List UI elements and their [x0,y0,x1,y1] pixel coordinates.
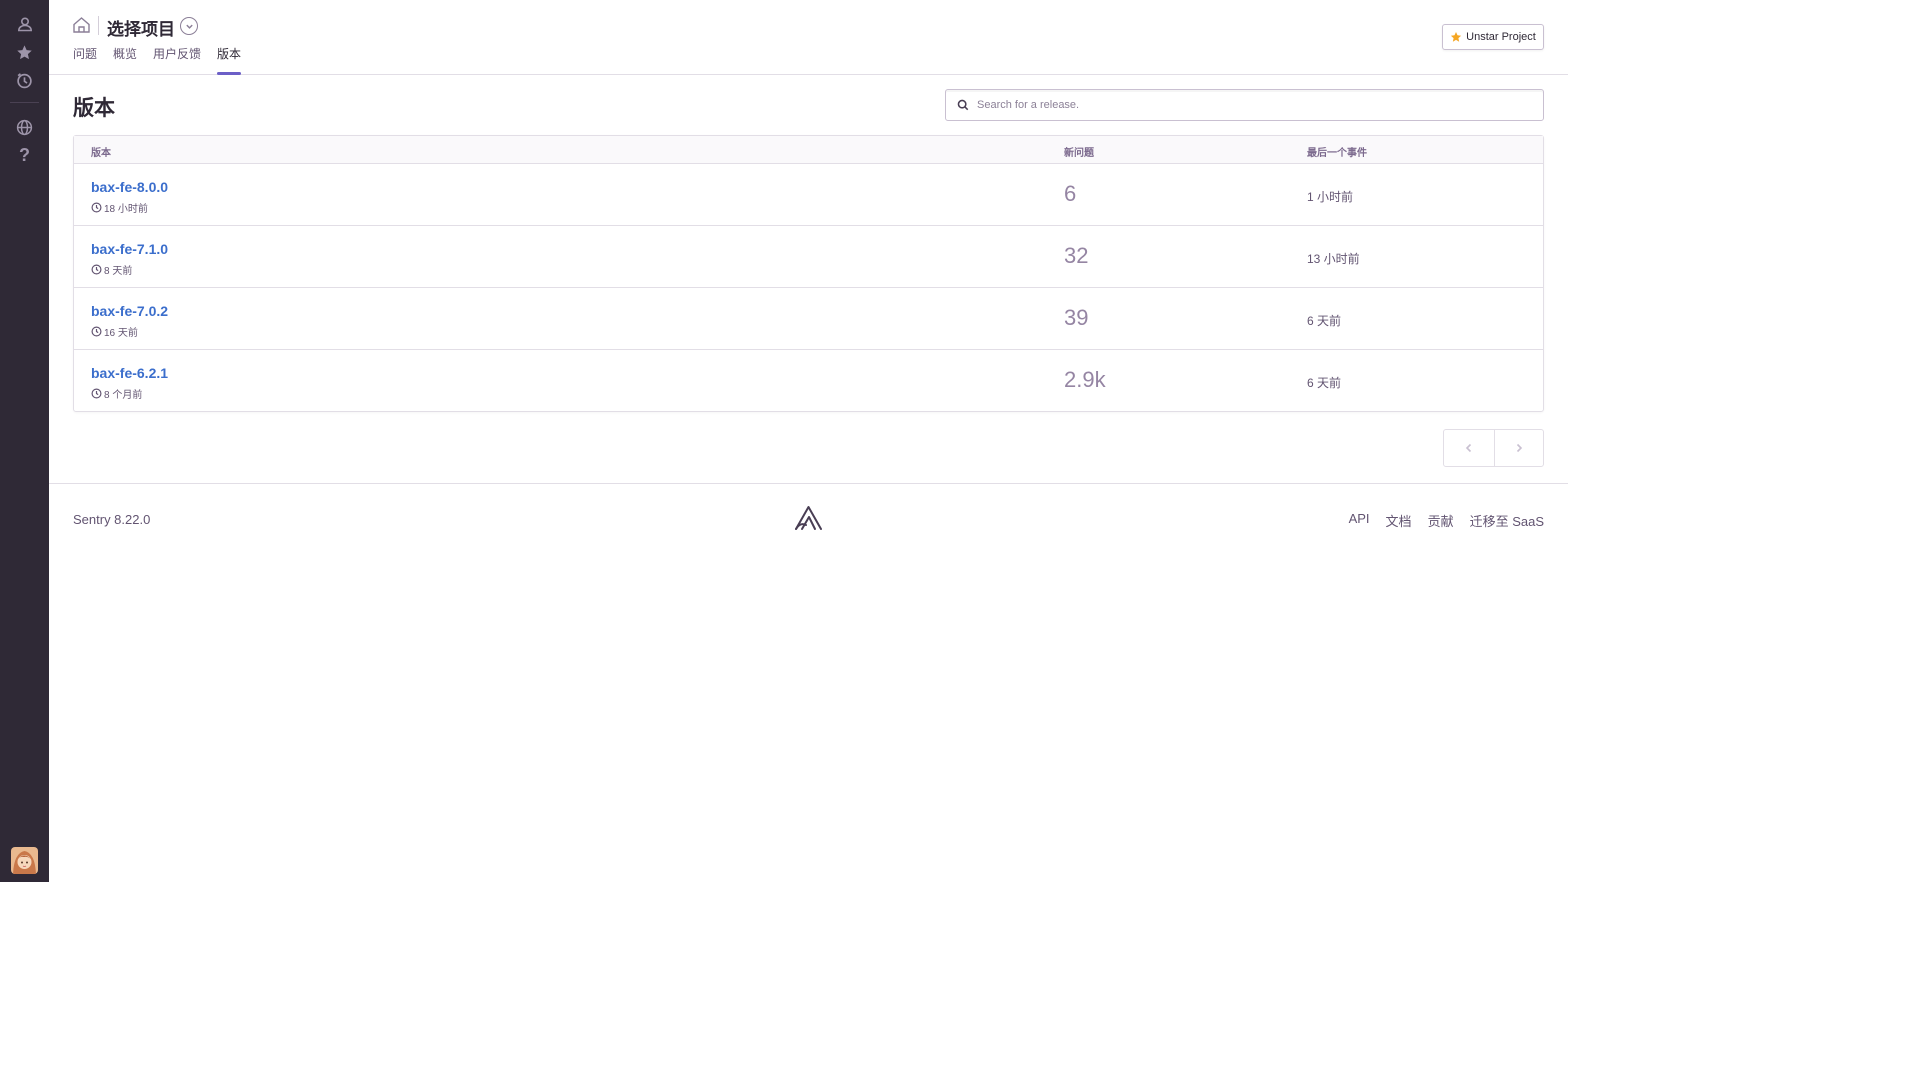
column-header-last-event: 最后一个事件 [1307,148,1367,159]
new-issues-count[interactable]: 39 [1064,305,1088,331]
release-link[interactable]: bax-fe-7.1.0 [91,241,168,257]
page-title: 版本 [73,97,115,120]
sentry-logo-icon[interactable] [794,504,823,537]
new-issues-count[interactable]: 2.9k [1064,367,1106,393]
help-icon[interactable]: ? [12,143,37,168]
tab-releases[interactable]: 版本 [217,45,242,75]
footer-link-migrate-saas[interactable]: 迁移至 SaaS [1470,511,1544,530]
table-row: bax-fe-7.1.0 8 天前 32 13 小时前 [74,226,1543,288]
release-age: 18 小时前 [91,200,148,215]
releases-table: 版本 新问题 最后一个事件 bax-fe-8.0.0 18 小时前 6 1 小时… [73,135,1544,412]
table-row: bax-fe-8.0.0 18 小时前 6 1 小时前 [74,164,1543,226]
avatar[interactable] [11,847,38,874]
next-page-button[interactable] [1493,430,1544,466]
last-event-time: 13 小时前 [1307,252,1360,266]
project-dropdown-button[interactable] [180,17,198,35]
clock-icon [91,202,102,213]
chevron-right-icon [1516,443,1522,453]
release-link[interactable]: bax-fe-6.2.1 [91,365,168,381]
footer-link-docs[interactable]: 文档 [1386,511,1412,530]
previous-page-button[interactable] [1444,430,1494,466]
breadcrumb-separator [98,16,99,35]
clock-icon [91,326,102,337]
clock-icon [91,264,102,275]
release-age: 16 天前 [91,324,138,339]
release-age: 8 个月前 [91,386,142,401]
release-age: 8 天前 [91,262,132,277]
project-header: 选择项目 问题 概览 用户反馈 版本 Unstar Project [49,0,1568,75]
last-event-time: 6 天前 [1307,376,1342,390]
release-age-text: 8 天前 [104,266,133,277]
unstar-project-label: Unstar Project [1466,31,1536,43]
search-icon [957,99,969,111]
release-age-text: 8 个月前 [104,390,143,401]
globe-icon[interactable] [12,115,37,140]
release-link[interactable]: bax-fe-7.0.2 [91,303,168,319]
star-icon[interactable] [12,40,37,65]
column-header-release: 版本 [91,148,111,159]
footer: Sentry 8.22.0 API 文档 贡献 迁移至 SaaS [49,483,1568,555]
release-search[interactable] [945,89,1544,121]
column-header-new-issues: 新问题 [1064,148,1094,159]
unstar-project-button[interactable]: Unstar Project [1442,24,1544,50]
table-header: 版本 新问题 最后一个事件 [74,136,1543,164]
sidebar-divider [10,102,39,103]
last-event-time: 1 小时前 [1307,190,1354,204]
tab-overview[interactable]: 概览 [113,45,137,75]
home-icon[interactable] [72,16,91,34]
clock-icon [91,388,102,399]
release-age-text: 18 小时前 [104,204,148,215]
chevron-down-icon [185,24,193,29]
star-icon [1451,32,1462,42]
search-input[interactable] [975,90,1535,120]
table-row: bax-fe-7.0.2 16 天前 39 6 天前 [74,288,1543,350]
footer-links: API 文档 贡献 迁移至 SaaS [1349,511,1544,530]
table-row: bax-fe-6.2.1 8 个月前 2.9k 6 天前 [74,350,1543,412]
new-issues-count[interactable]: 6 [1064,181,1076,207]
last-event-time: 6 天前 [1307,314,1342,328]
user-icon[interactable] [12,11,37,36]
footer-link-api[interactable]: API [1349,511,1370,530]
project-title[interactable]: 选择项目 [107,15,175,40]
tab-issues[interactable]: 问题 [73,45,97,75]
new-issues-count[interactable]: 32 [1064,243,1088,269]
main-content: 选择项目 问题 概览 用户反馈 版本 Unstar Project 版本 Sea… [49,0,1568,882]
footer-link-contribute[interactable]: 贡献 [1428,511,1454,530]
release-age-text: 16 天前 [104,328,138,339]
sidebar: ? [0,0,49,882]
clock-icon[interactable] [12,68,37,93]
pagination [1443,429,1544,467]
release-link[interactable]: bax-fe-8.0.0 [91,179,168,195]
chevron-left-icon [1465,443,1471,453]
sentry-version: Sentry 8.22.0 [73,512,151,527]
project-tabs: 问题 概览 用户反馈 版本 [73,45,257,75]
tab-user-feedback[interactable]: 用户反馈 [153,45,201,75]
